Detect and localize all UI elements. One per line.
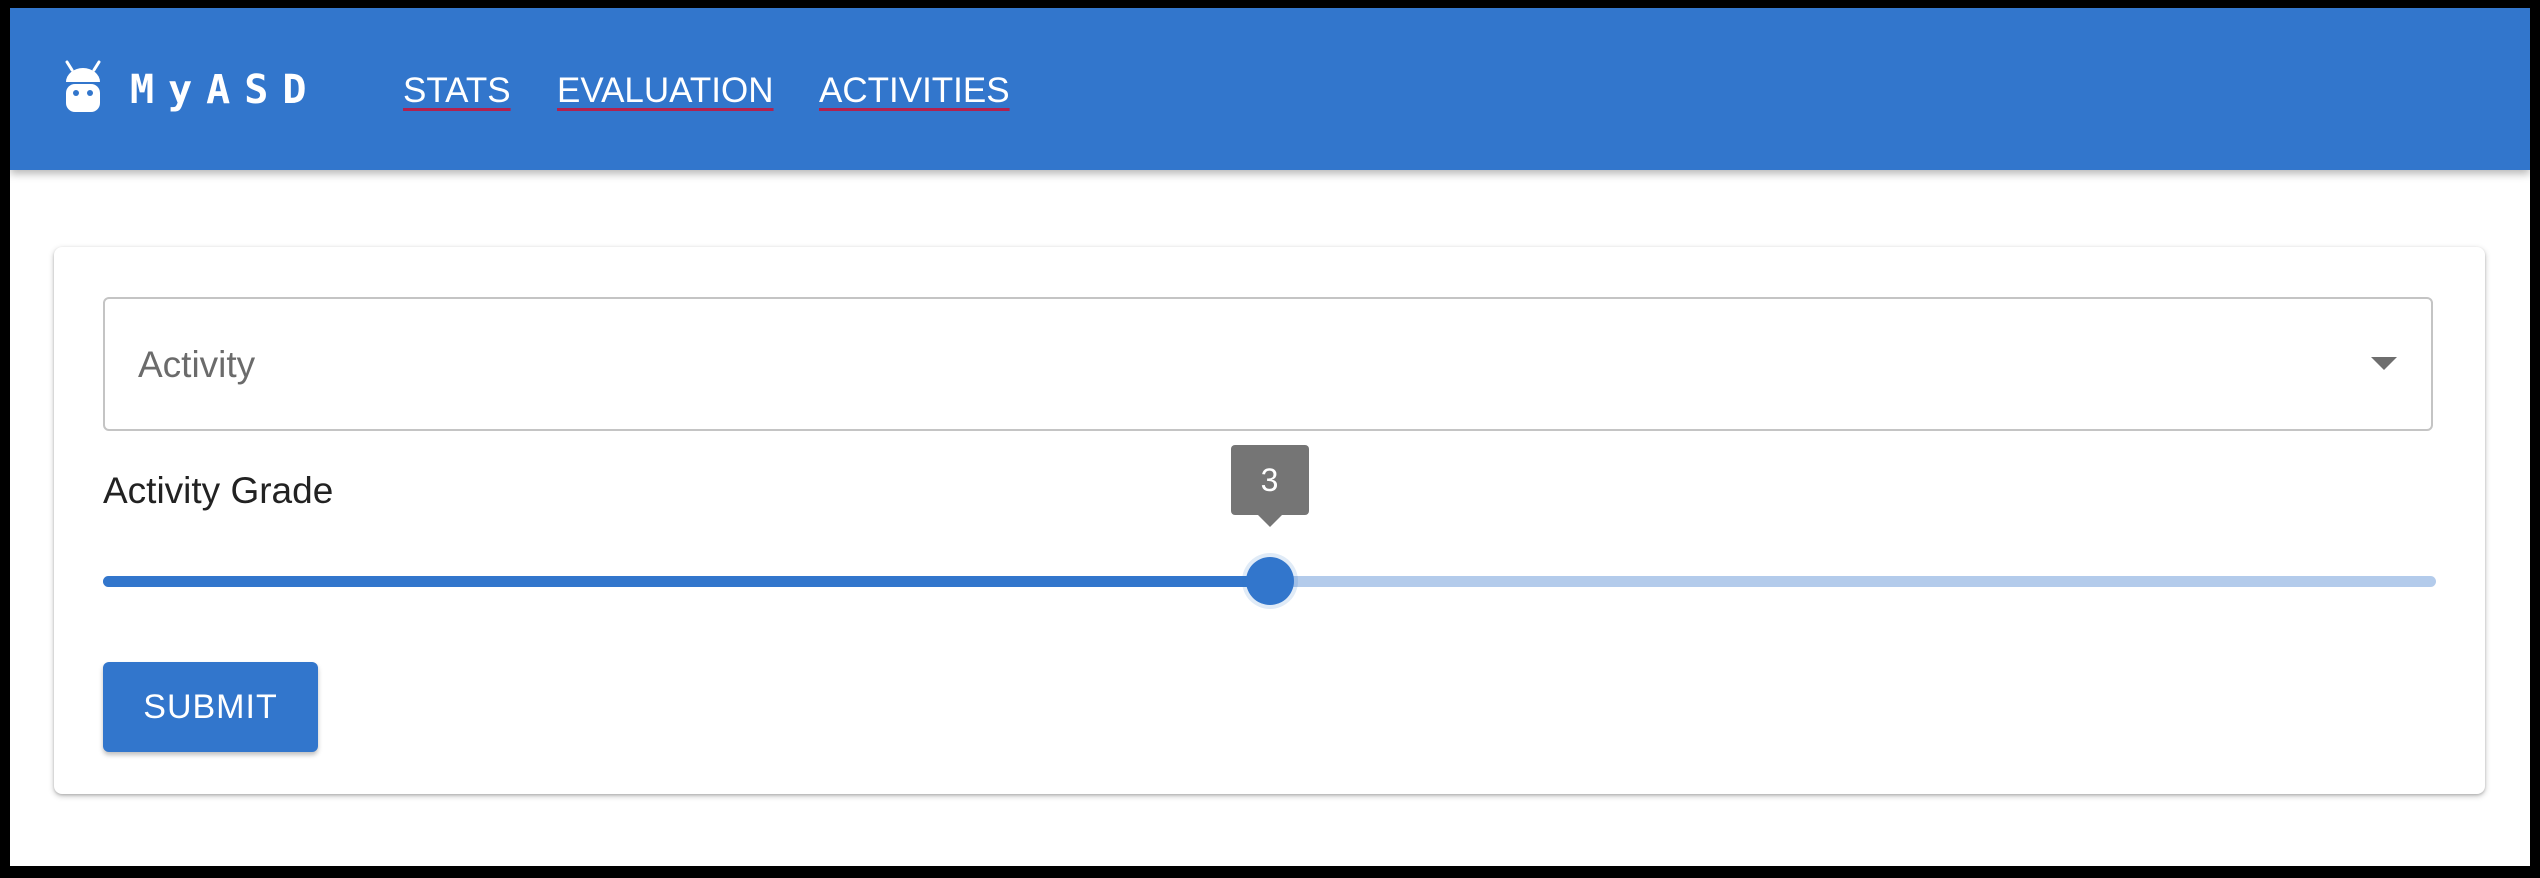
activity-grade-slider[interactable]: 3: [103, 445, 2436, 605]
nav-link-evaluation[interactable]: EVALUATION: [557, 70, 774, 112]
chevron-down-icon[interactable]: [2371, 357, 2397, 370]
activity-grade-label: Activity Grade: [103, 470, 334, 511]
slider-track[interactable]: [103, 576, 1270, 587]
app-window: MyASD STATS EVALUATION ACTIVITIES Activi…: [10, 8, 2530, 866]
app-bar: MyASD STATS EVALUATION ACTIVITIES: [10, 8, 2530, 170]
activity-form-card: Activity Activity Grade 3 SUBMIT: [54, 247, 2485, 794]
nav-link-stats[interactable]: STATS: [403, 70, 511, 112]
slider-value-label: 3: [1230, 445, 1309, 527]
android-icon: [65, 60, 101, 112]
activity-select-label: Activity: [138, 344, 256, 385]
submit-button[interactable]: SUBMIT: [103, 662, 318, 752]
app-logo-text[interactable]: MyASD: [130, 66, 320, 114]
slider-thumb[interactable]: [1245, 557, 1294, 605]
activity-select[interactable]: Activity: [103, 297, 2433, 431]
nav-link-activities[interactable]: ACTIVITIES: [819, 70, 1010, 112]
